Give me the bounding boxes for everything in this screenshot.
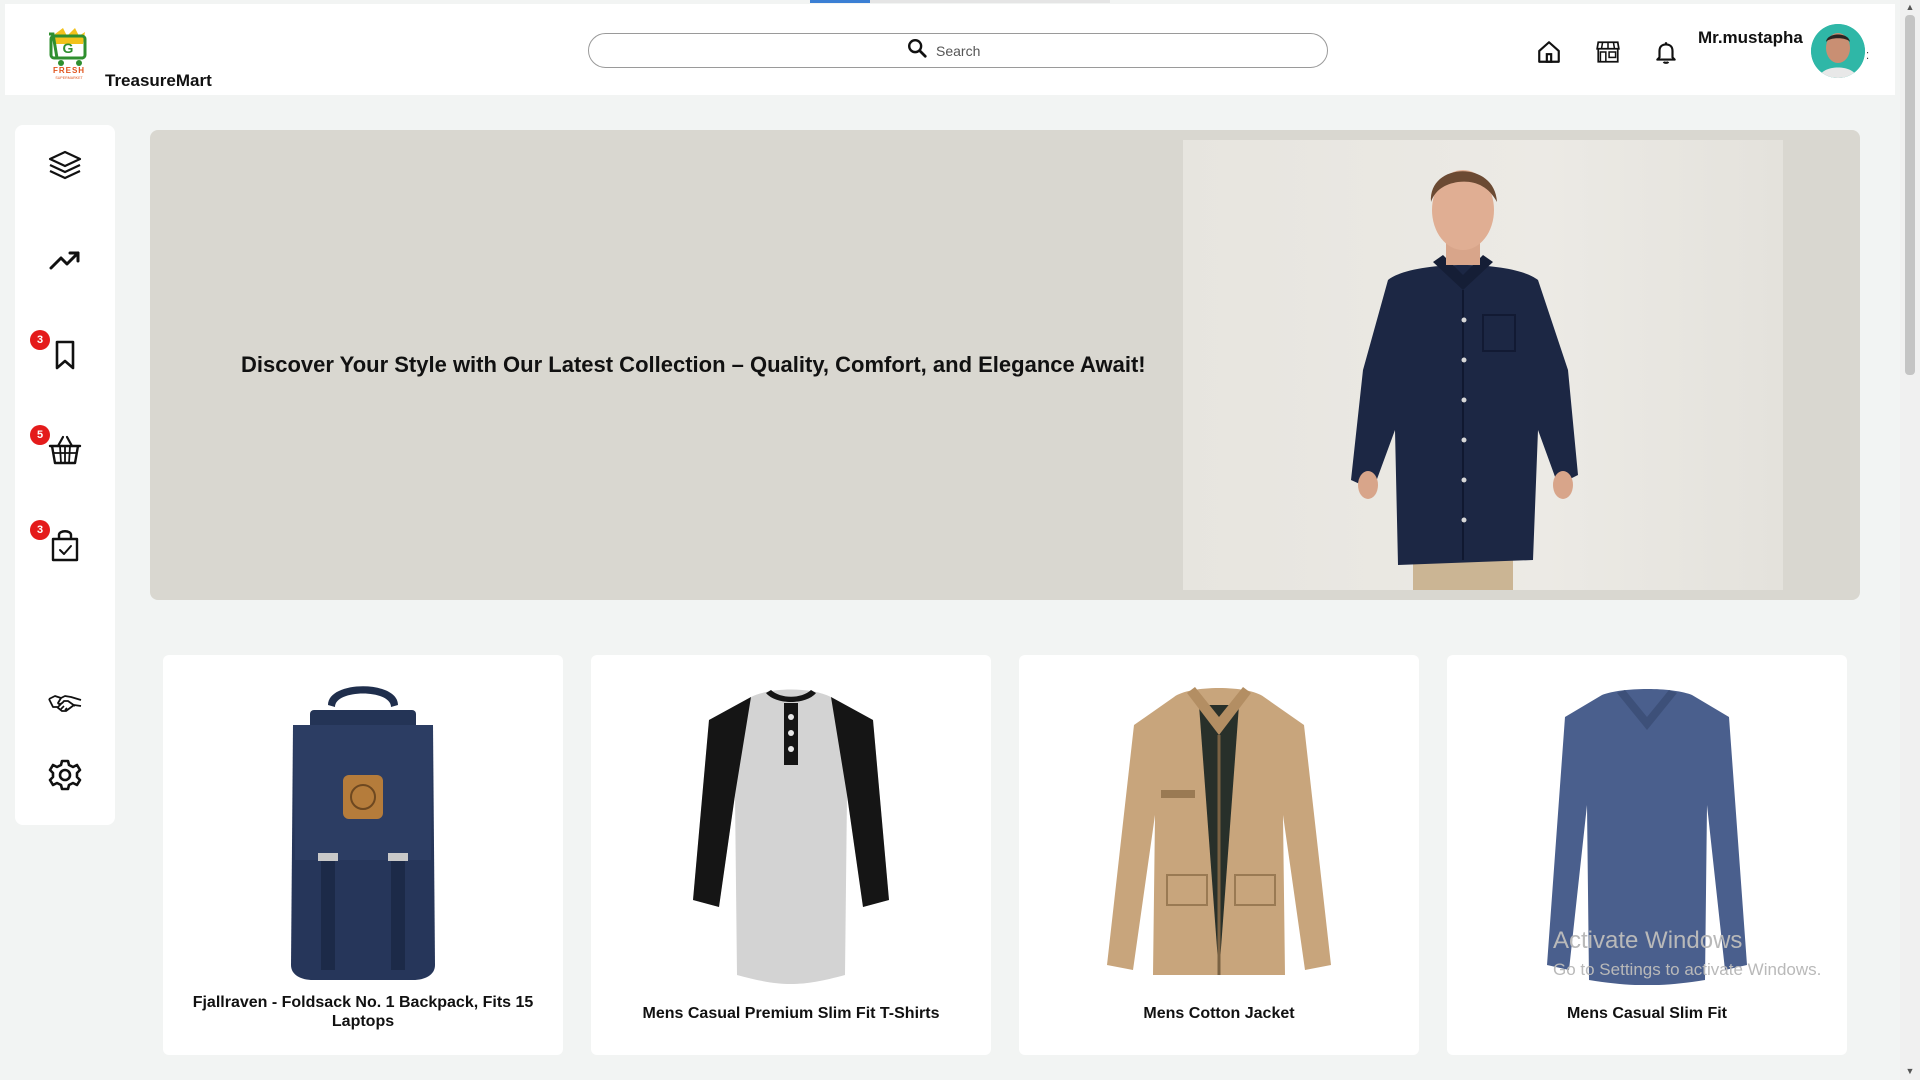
brand-name: TreasureMart xyxy=(105,71,212,90)
product-image-jacket xyxy=(1069,675,1369,985)
basket-icon xyxy=(47,432,83,473)
sidebar-item-trending[interactable] xyxy=(45,242,85,282)
orders-badge: 3 xyxy=(30,520,50,540)
user-menu-dots-icon[interactable]: ⁚ xyxy=(1866,51,1869,62)
windows-activation-title: Activate Windows xyxy=(1553,927,1743,954)
logo-subtext: SUPERMARKET xyxy=(55,76,83,80)
windows-activation-subtitle: Go to Settings to activate Windows. xyxy=(1553,960,1822,979)
product-card[interactable]: Mens Cotton Jacket xyxy=(1019,655,1419,1055)
sidebar: 3 5 3 xyxy=(15,125,115,825)
layers-icon xyxy=(47,147,83,188)
home-icon[interactable] xyxy=(1534,37,1564,67)
page-scrollbar[interactable]: ▲ ▼ xyxy=(1900,0,1920,1080)
scroll-down-icon[interactable]: ▼ xyxy=(1904,1066,1916,1076)
search-icon xyxy=(906,37,928,64)
bell-icon[interactable] xyxy=(1651,37,1681,67)
sidebar-item-orders[interactable] xyxy=(45,527,85,567)
product-image-backpack xyxy=(213,675,513,985)
product-card[interactable]: Fjallraven - Foldsack No. 1 Backpack, Fi… xyxy=(163,655,563,1055)
sidebar-item-bookmarks[interactable] xyxy=(45,337,85,377)
banner-model-image xyxy=(1183,140,1783,590)
product-image-tshirt xyxy=(641,675,941,985)
product-title[interactable]: Mens Casual Slim Fit xyxy=(1467,1004,1827,1023)
search-bar[interactable] xyxy=(588,33,1328,68)
product-title[interactable]: Mens Cotton Jacket xyxy=(1039,1004,1399,1023)
product-title[interactable]: Mens Casual Premium Slim Fit T-Shirts xyxy=(611,1004,971,1023)
username[interactable]: Mr.mustapha xyxy=(1698,28,1803,48)
settings-icon xyxy=(47,757,83,798)
product-card[interactable]: Mens Casual Premium Slim Fit T-Shirts xyxy=(591,655,991,1055)
shopping-bag-check-icon xyxy=(47,527,83,568)
bookmark-icon xyxy=(47,337,83,378)
banner-headline: Discover Your Style with Our Latest Coll… xyxy=(241,352,1146,377)
search-input[interactable] xyxy=(936,42,1010,59)
sidebar-item-deals[interactable] xyxy=(45,685,85,725)
svg-text:G: G xyxy=(63,40,74,56)
product-title[interactable]: Fjallraven - Foldsack No. 1 Backpack, Fi… xyxy=(183,993,543,1031)
brand-logo[interactable]: G FRESH SUPERMARKET xyxy=(41,22,97,80)
top-header: G FRESH SUPERMARKET TreasureMart Mr.must… xyxy=(5,4,1895,95)
sidebar-item-categories[interactable] xyxy=(45,147,85,187)
handshake-icon xyxy=(47,685,83,726)
hero-banner[interactable]: Discover Your Style with Our Latest Coll… xyxy=(150,130,1860,600)
bookmarks-badge: 3 xyxy=(30,330,50,350)
scroll-up-icon[interactable]: ▲ xyxy=(1904,2,1916,12)
logo-text: FRESH xyxy=(53,66,85,75)
product-card[interactable]: Mens Casual Slim Fit xyxy=(1447,655,1847,1055)
avatar[interactable] xyxy=(1811,24,1865,78)
sidebar-item-settings[interactable] xyxy=(45,757,85,797)
loading-fill xyxy=(810,0,870,3)
basket-badge: 5 xyxy=(30,425,50,445)
page-loading-strip xyxy=(810,0,1110,3)
sidebar-item-basket[interactable] xyxy=(45,432,85,472)
store-icon[interactable] xyxy=(1593,37,1623,67)
trending-up-icon xyxy=(47,242,83,283)
scroll-thumb[interactable] xyxy=(1905,15,1915,375)
